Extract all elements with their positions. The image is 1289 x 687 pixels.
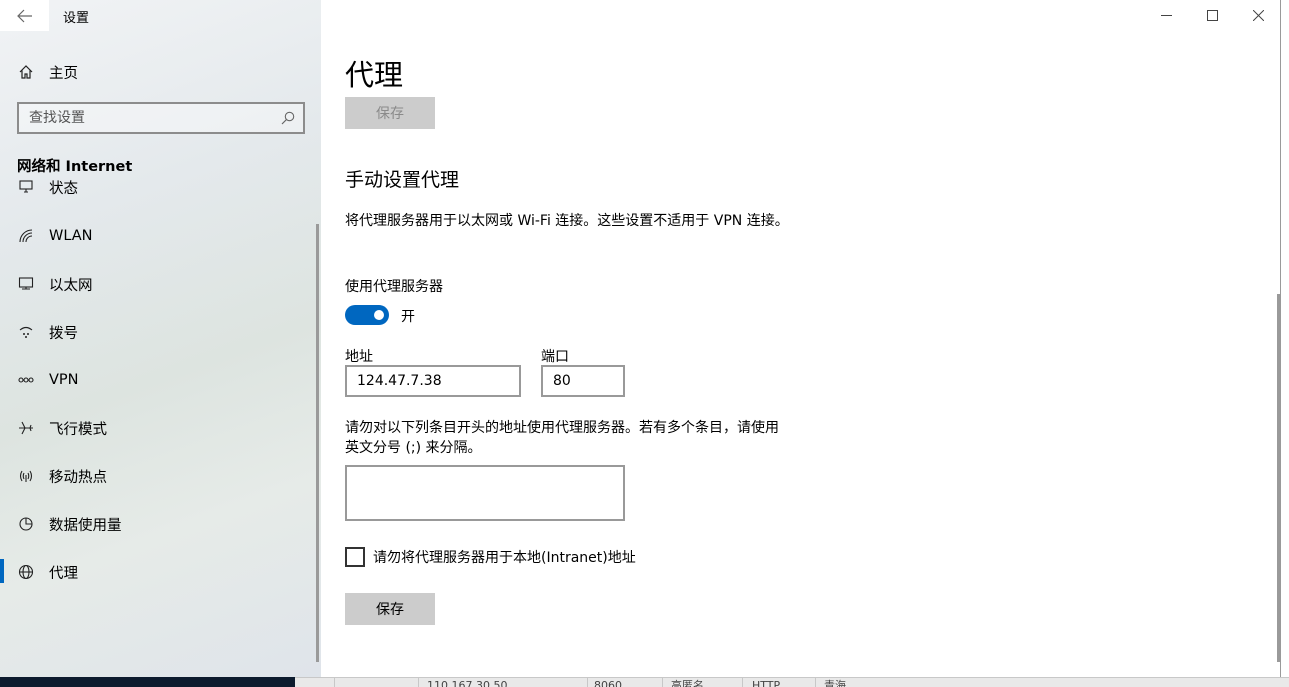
sidebar-item-label: 状态 (49, 180, 78, 197)
sidebar-item-label: 数据使用量 (49, 517, 122, 534)
sidebar-scrollbar[interactable] (316, 224, 319, 662)
sidebar-item-label: 拨号 (49, 325, 78, 342)
search-box[interactable] (17, 102, 305, 134)
save-button-bottom[interactable]: 保存 (345, 593, 435, 625)
back-button[interactable] (0, 0, 49, 31)
sidebar-nav-list: 状态 WLAN 以太网 拨号 VPN 飞行模式 移动热点 数据使用量 代理 (0, 164, 321, 604)
sidebar-item-label: 主页 (49, 65, 78, 82)
data-usage-icon (17, 515, 35, 533)
sidebar-item-label: 飞行模式 (49, 421, 107, 438)
background-separator (662, 677, 663, 687)
bypass-local-label: 请勿将代理服务器用于本地(Intranet)地址 (373, 550, 636, 566)
airplane-icon (17, 419, 35, 437)
manual-proxy-title: 手动设置代理 (345, 169, 460, 191)
status-icon (17, 178, 35, 196)
sidebar-item-label: 移动热点 (49, 469, 107, 486)
hotspot-icon (17, 467, 35, 485)
content-pane: 代理 保存 手动设置代理 将代理服务器用于以太网或 Wi-Fi 连接。这些设置不… (321, 0, 1280, 677)
background-taskbar-edge (0, 677, 295, 687)
background-separator (742, 677, 743, 687)
home-icon (17, 63, 35, 81)
search-input[interactable] (29, 110, 277, 126)
globe-icon (17, 563, 35, 581)
port-field[interactable] (541, 365, 625, 397)
sidebar-item-status[interactable]: 状态 (0, 167, 321, 207)
background-cell: 青海 (824, 679, 846, 687)
dialup-icon (17, 323, 35, 341)
sidebar-item-proxy[interactable]: 代理 (0, 552, 321, 592)
back-arrow-icon (16, 9, 32, 22)
background-cell: HTTP (752, 679, 781, 687)
address-label: 地址 (345, 349, 373, 365)
exceptions-textarea[interactable] (345, 465, 625, 521)
sidebar-item-label: VPN (49, 372, 79, 388)
port-label: 端口 (541, 349, 569, 365)
app-title: 设置 (63, 11, 90, 26)
exceptions-description: 请勿对以下列条目开头的地址使用代理服务器。若有多个条目，请使用英文分号 (;) … (345, 420, 779, 456)
settings-window: 设置 主页 网络和 Internet 状态 (0, 0, 1281, 677)
background-separator (334, 677, 335, 687)
sidebar-item-airplane[interactable]: 飞行模式 (0, 408, 321, 448)
search-icon[interactable] (277, 107, 299, 129)
manual-proxy-description: 将代理服务器用于以太网或 Wi-Fi 连接。这些设置不适用于 VPN 连接。 (345, 213, 789, 229)
save-button-top[interactable]: 保存 (345, 97, 435, 129)
sidebar-item-label: 代理 (49, 565, 78, 582)
wifi-icon (17, 227, 35, 245)
sidebar-item-vpn[interactable]: VPN (0, 360, 321, 400)
sidebar-item-hotspot[interactable]: 移动热点 (0, 456, 321, 496)
toggle-state-label: 开 (401, 309, 415, 325)
use-proxy-label: 使用代理服务器 (345, 279, 443, 295)
page-title: 代理 (345, 58, 404, 92)
sidebar-item-dialup[interactable]: 拨号 (0, 312, 321, 352)
sidebar-item-label: 以太网 (49, 277, 93, 294)
background-separator (587, 677, 588, 687)
background-cell: 110.167.30.50 (427, 679, 508, 687)
background-cell: 高匿名 (671, 679, 704, 687)
sidebar-item-data-usage[interactable]: 数据使用量 (0, 504, 321, 544)
toggle-knob (374, 310, 384, 320)
bypass-local-checkbox[interactable] (345, 547, 365, 567)
sidebar-item-label: WLAN (49, 228, 93, 244)
sidebar-item-home[interactable]: 主页 (0, 56, 321, 88)
use-proxy-toggle[interactable] (345, 305, 389, 325)
vpn-icon (17, 371, 35, 389)
background-cell: 8060 (594, 679, 622, 687)
content-scrollbar[interactable] (1277, 294, 1280, 662)
background-separator (418, 677, 419, 687)
sidebar-item-ethernet[interactable]: 以太网 (0, 264, 321, 304)
background-separator (815, 677, 816, 687)
address-field[interactable] (345, 365, 521, 397)
sidebar-item-wlan[interactable]: WLAN (0, 216, 321, 256)
sidebar: 设置 主页 网络和 Internet 状态 (0, 0, 321, 677)
ethernet-icon (17, 275, 35, 293)
